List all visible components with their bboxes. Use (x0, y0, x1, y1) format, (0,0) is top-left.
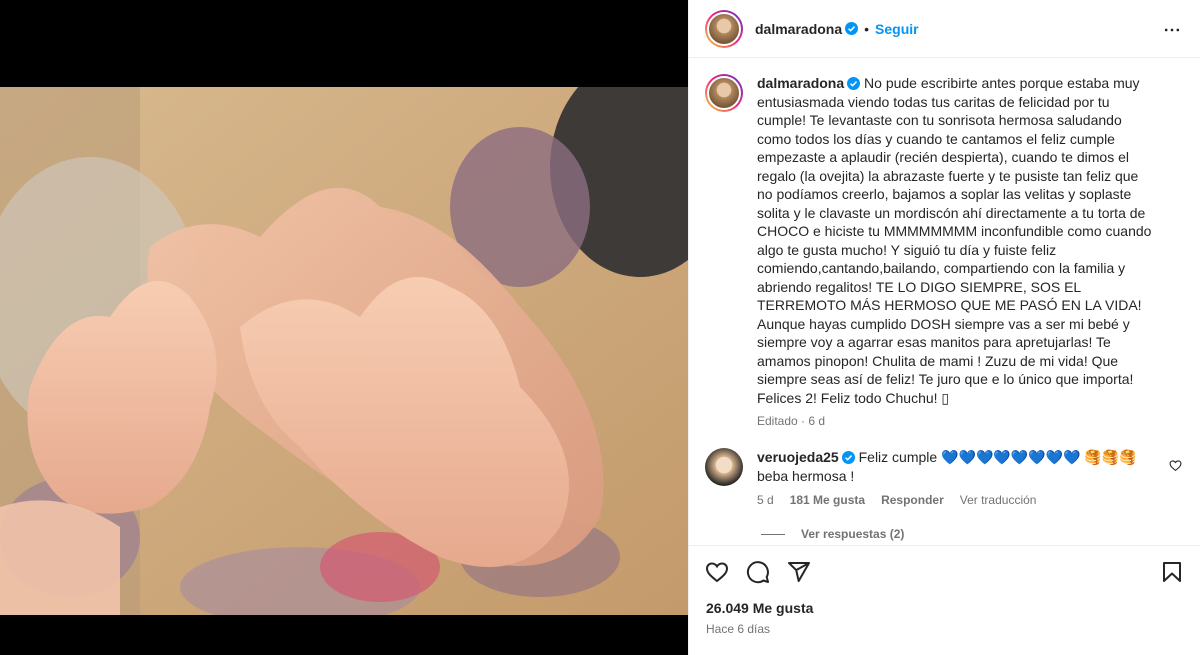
caption-text: No pude escribirte antes porque estaba m… (757, 75, 1152, 406)
actions-bar: 26.049 Me gusta Hace 6 días (689, 545, 1200, 655)
follow-button[interactable]: Seguir (875, 21, 919, 37)
view-replies-label[interactable]: Ver respuestas (2) (801, 527, 904, 541)
reply-button[interactable]: Responder (881, 493, 944, 507)
verified-badge-icon (847, 77, 861, 90)
comment-age: 5 d (757, 493, 774, 507)
verified-badge-icon (841, 451, 855, 464)
post-side-panel: dalmaradona • Seguir dalmaradona No pude… (688, 0, 1200, 655)
bookmark-icon[interactable] (1160, 560, 1184, 584)
avatar[interactable] (705, 9, 743, 48)
comment-item: veruojeda25 Feliz cumple 💙💙💙💙💙💙💙💙 🥞🥞🥞beb… (689, 428, 1200, 507)
view-replies[interactable]: Ver respuestas (2) (761, 527, 1200, 541)
comment-avatar[interactable] (705, 448, 743, 486)
comment-likes[interactable]: 181 Me gusta (790, 493, 865, 507)
header-username[interactable]: dalmaradona (755, 21, 842, 37)
post-header: dalmaradona • Seguir (689, 0, 1200, 58)
post-photo[interactable] (0, 87, 688, 615)
likes-count[interactable]: 26.049 Me gusta (689, 584, 1200, 616)
caption-text-block: dalmaradona No pude escribirte antes por… (757, 74, 1157, 407)
header-separator: • (864, 20, 870, 37)
media-area (0, 0, 688, 655)
caption-age: 6 d (808, 414, 826, 428)
edited-label: Editado (757, 414, 798, 428)
heart-icon[interactable] (705, 560, 729, 584)
more-icon[interactable] (1162, 20, 1182, 40)
comment-heart-icon[interactable] (1169, 459, 1182, 472)
action-icons (689, 546, 1200, 584)
post-container: dalmaradona • Seguir dalmaradona No pude… (0, 0, 1200, 655)
comment-text-block: veruojeda25 Feliz cumple 💙💙💙💙💙💙💙💙 🥞🥞🥞beb… (757, 448, 1152, 485)
meta-dot: · (801, 414, 806, 428)
translate-button[interactable]: Ver traducción (960, 493, 1037, 507)
caption-avatar[interactable] (705, 74, 743, 112)
caption-meta: Editado · 6 d (757, 414, 1157, 428)
comment-actions: 5 d 181 Me gusta Responder Ver traducció… (757, 493, 1152, 507)
hands-photo (0, 87, 688, 615)
caption: dalmaradona No pude escribirte antes por… (689, 58, 1200, 428)
verified-badge-icon (845, 22, 859, 35)
comment-username[interactable]: veruojeda25 (757, 449, 839, 465)
share-icon[interactable] (787, 560, 811, 584)
comment-icon[interactable] (746, 560, 770, 584)
caption-username[interactable]: dalmaradona (757, 75, 844, 91)
replies-line (761, 533, 785, 535)
comments-section[interactable]: dalmaradona No pude escribirte antes por… (689, 58, 1200, 543)
post-time: Hace 6 días (706, 622, 771, 636)
